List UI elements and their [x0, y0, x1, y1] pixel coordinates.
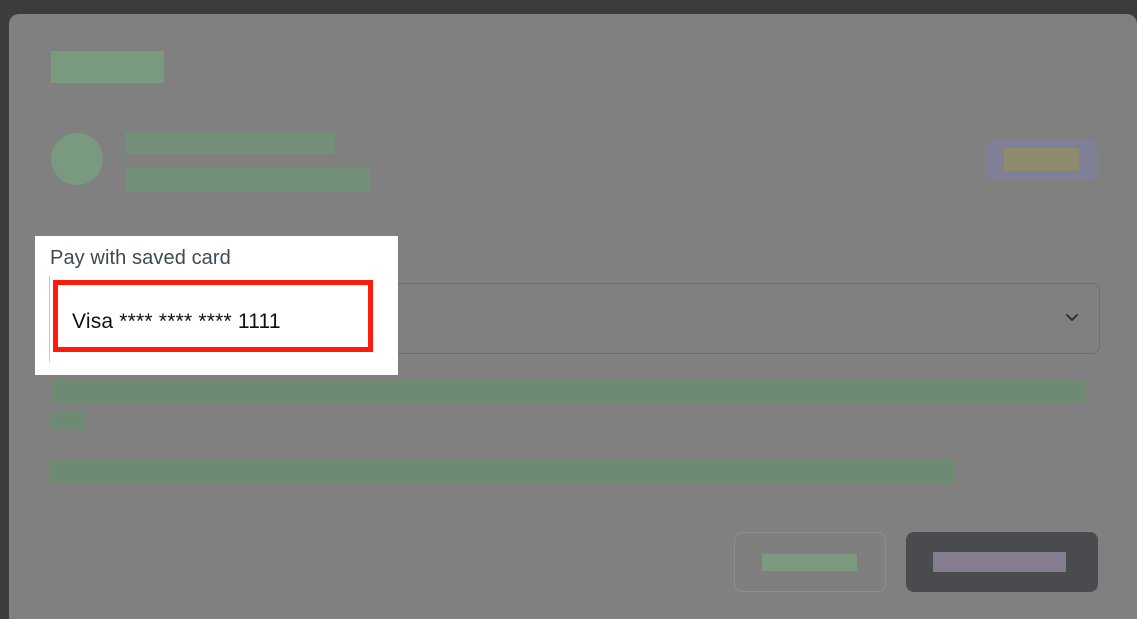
account-detail-placeholder	[125, 167, 370, 192]
modal-title-placeholder	[51, 51, 164, 83]
terms-line-placeholder	[50, 460, 955, 483]
avatar	[51, 133, 103, 185]
status-badge	[985, 140, 1098, 180]
cancel-button[interactable]	[734, 532, 886, 592]
chevron-down-icon[interactable]	[1063, 308, 1081, 326]
account-name-placeholder	[125, 132, 335, 154]
status-badge-label-placeholder	[1004, 148, 1079, 171]
cancel-button-label-placeholder	[762, 554, 857, 571]
pay-button-label-placeholder	[933, 552, 1066, 572]
description-line-placeholder	[51, 379, 1085, 403]
saved-card-field-focus: Pay with saved card Visa **** **** **** …	[35, 236, 398, 375]
pay-button[interactable]	[906, 532, 1098, 592]
saved-card-label: Pay with saved card	[50, 247, 231, 269]
selected-card-value[interactable]: Visa **** **** **** 1111	[72, 310, 281, 334]
description-line-placeholder	[50, 412, 85, 429]
